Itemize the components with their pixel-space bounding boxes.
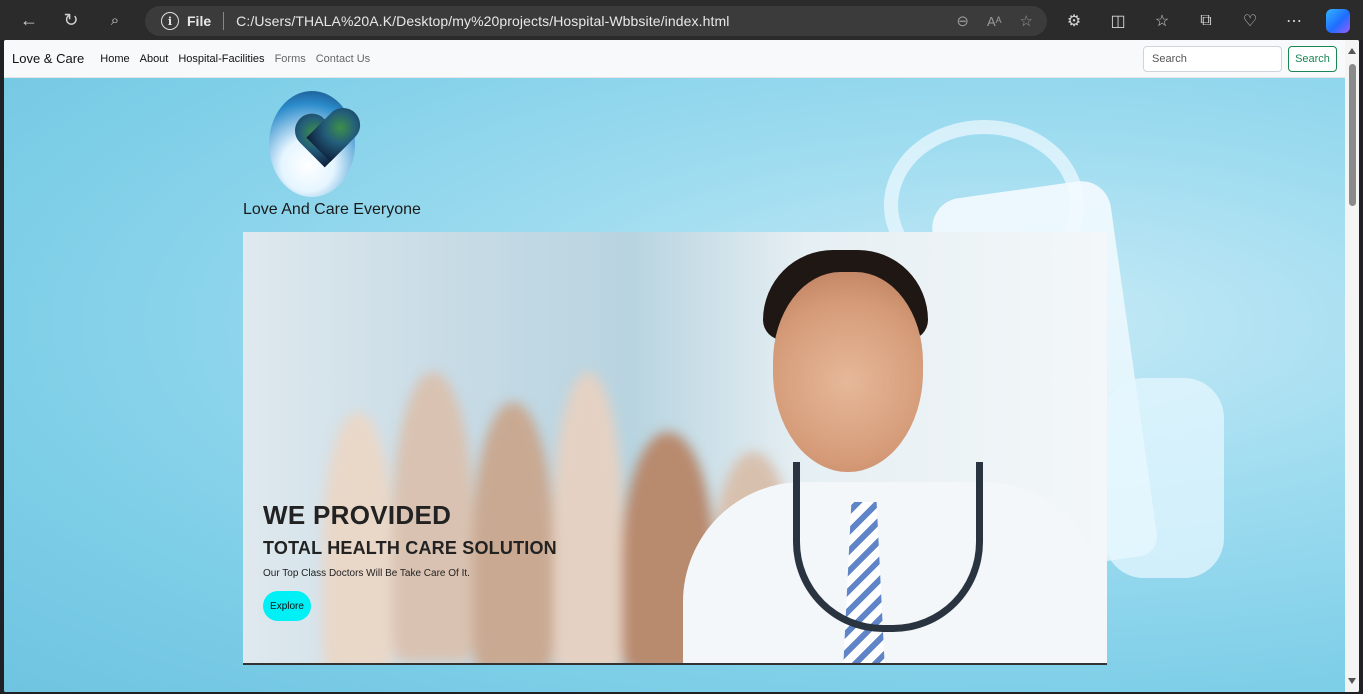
favorite-star-icon[interactable]: ☆ [1020, 12, 1033, 30]
zoom-out-icon[interactable]: ⊖ [956, 12, 969, 30]
address-scheme-label: File [187, 13, 212, 29]
explore-button[interactable]: Explore [263, 591, 311, 621]
scroll-down-icon[interactable] [1348, 678, 1356, 684]
read-aloud-icon[interactable]: Aᴬ [987, 14, 1002, 29]
more-icon[interactable]: ⋯ [1280, 7, 1308, 35]
scroll-thumb[interactable] [1349, 64, 1356, 206]
search-icon[interactable]: ⌕ [100, 5, 130, 35]
scroll-up-icon[interactable] [1348, 48, 1356, 54]
carousel-text: Our Top Class Doctors Will Be Take Care … [263, 568, 470, 579]
info-icon[interactable]: i [161, 12, 179, 30]
carousel-caption: WE PROVIDED TOTAL HEALTH CARE SOLUTION O… [263, 500, 557, 621]
carousel-title: WE PROVIDED [263, 500, 452, 530]
address-divider [223, 12, 225, 30]
search-button[interactable]: Search [1288, 46, 1337, 72]
background-machine-base-image [1104, 378, 1224, 578]
copilot-icon[interactable] [1324, 7, 1352, 35]
search-form: Search [1143, 46, 1337, 72]
address-bar[interactable]: i File C:/Users/THALA%20A.K/Desktop/my%2… [145, 6, 1047, 36]
nav-link-forms[interactable]: Forms [275, 53, 306, 65]
hero-carousel: WE PROVIDED TOTAL HEALTH CARE SOLUTION O… [243, 232, 1107, 665]
refresh-icon[interactable]: ↻ [56, 5, 86, 35]
page-viewport: Love & Care Home About Hospital-Faciliti… [4, 40, 1359, 692]
site-logo [269, 91, 355, 197]
split-screen-icon[interactable]: ◫ [1104, 7, 1132, 35]
browser-essentials-icon[interactable]: ♡ [1236, 7, 1264, 35]
site-tagline: Love And Care Everyone [243, 201, 421, 218]
doctor-face-image [773, 272, 923, 472]
favorites-icon[interactable]: ☆ [1148, 7, 1176, 35]
nav-link-hospital-facilities[interactable]: Hospital-Facilities [178, 53, 264, 65]
browser-toolbar: ← ↻ ⌕ i File C:/Users/THALA%20A.K/Deskto… [0, 0, 1363, 40]
nav-links: Home About Hospital-Facilities Forms Con… [100, 53, 370, 65]
back-icon[interactable]: ← [14, 5, 44, 35]
stethoscope-image [793, 462, 983, 632]
url-text[interactable]: C:/Users/THALA%20A.K/Desktop/my%20projec… [236, 13, 729, 29]
page-scrollbar[interactable] [1345, 40, 1359, 692]
carousel-subtitle: TOTAL HEALTH CARE SOLUTION [263, 538, 557, 558]
collections-icon[interactable]: ⧉ [1192, 7, 1220, 35]
nav-link-contact-us[interactable]: Contact Us [316, 53, 370, 65]
navbar-brand[interactable]: Love & Care [12, 51, 84, 66]
heart-globe-icon [270, 107, 355, 192]
search-input[interactable] [1143, 46, 1282, 72]
nav-link-about[interactable]: About [140, 53, 169, 65]
nav-link-home[interactable]: Home [100, 53, 129, 65]
site-navbar: Love & Care Home About Hospital-Faciliti… [4, 40, 1345, 78]
extensions-icon[interactable]: ⚙ [1060, 7, 1088, 35]
